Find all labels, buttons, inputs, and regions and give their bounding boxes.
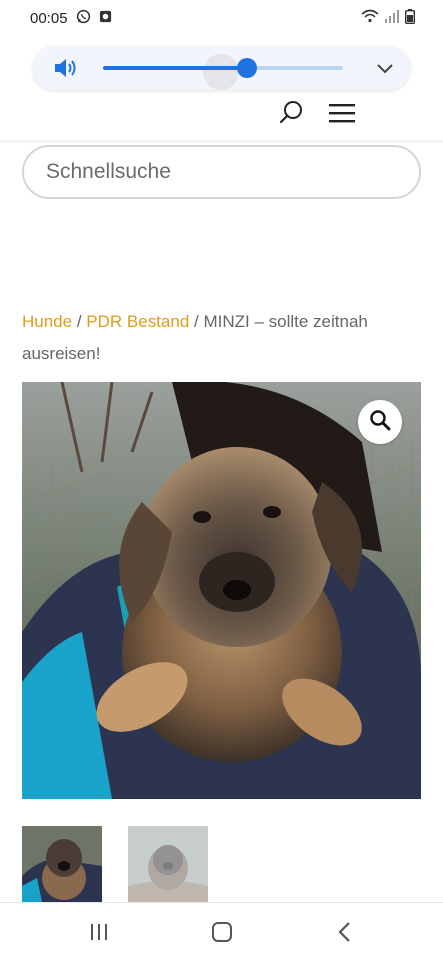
breadcrumb-separator: / [189,312,204,331]
dog-photo [22,382,421,799]
hamburger-menu-icon[interactable] [328,102,356,124]
slider-touch-ripple [203,54,239,90]
whatsapp-icon [76,9,91,28]
breadcrumb-link-pdr-bestand[interactable]: PDR Bestand [86,312,189,331]
thumbnail-image [128,826,208,902]
status-time: 00:05 [30,9,68,27]
chevron-down-icon[interactable] [374,57,396,79]
magnifier-icon [369,409,391,436]
navigation-bar [0,902,443,960]
status-bar: 00:05 [0,0,443,36]
signal-icon [385,9,399,27]
volume-slider-thumb[interactable] [237,58,257,78]
thumbnail-image [22,826,102,902]
back-icon[interactable] [332,919,358,945]
breadcrumb-separator: / [72,312,87,331]
search-icon[interactable] [278,100,304,126]
speaker-icon[interactable] [53,56,79,80]
quick-search-input[interactable] [46,160,397,184]
battery-icon [404,8,416,28]
notification-app-icon [99,10,112,27]
home-icon[interactable] [209,919,235,945]
breadcrumb-link-hunde[interactable]: Hunde [22,312,72,331]
status-left: 00:05 [30,9,112,28]
volume-slider[interactable] [103,58,343,78]
header-divider [0,140,443,144]
breadcrumb: Hunde / PDR Bestand / MINZI – sollte zei… [22,306,422,370]
recents-icon[interactable] [86,919,112,945]
status-right [361,8,416,28]
gallery-thumbnail[interactable] [128,826,208,902]
zoom-button[interactable] [358,400,402,444]
volume-panel [33,46,410,90]
gallery-thumbnail[interactable] [22,826,102,902]
wifi-icon [361,9,379,27]
quick-search-box [22,145,421,199]
volume-slider-fill [103,66,247,70]
product-main-image[interactable] [22,382,421,799]
